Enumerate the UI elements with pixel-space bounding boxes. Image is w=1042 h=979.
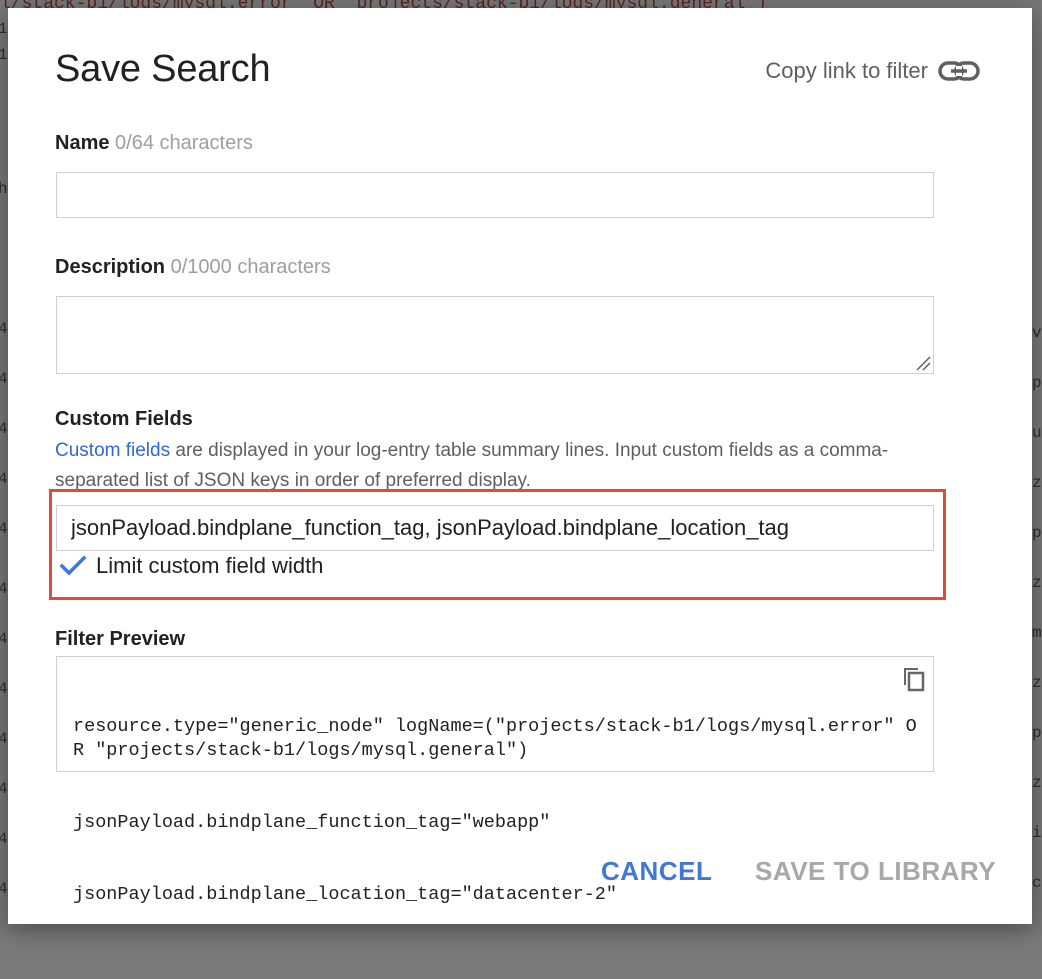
filter-preview-label: Filter Preview	[55, 628, 186, 650]
copy-link-label: Copy link to filter	[765, 58, 928, 83]
save-search-dialog: Save Search Copy link to filter Name 0/6…	[8, 8, 1032, 924]
description-textarea[interactable]	[56, 296, 934, 374]
description-label-text: Description	[55, 256, 166, 278]
filter-preview-line: resource.type="generic_node" logName=("p…	[73, 716, 917, 761]
background-gutter: 11h 444 444 444 444	[0, 20, 8, 898]
dialog-title: Save Search	[55, 48, 271, 90]
limit-width-checkbox[interactable]: Limit custom field width	[60, 553, 323, 579]
custom-fields-input[interactable]	[56, 505, 934, 551]
cancel-button[interactable]: CANCEL	[601, 856, 712, 887]
resize-grip-icon[interactable]	[915, 355, 931, 371]
custom-fields-description: Custom fields are displayed in your log-…	[55, 436, 955, 496]
custom-fields-help-link[interactable]: Custom fields	[55, 440, 170, 461]
name-char-count: 0/64 characters	[115, 132, 253, 154]
name-input[interactable]	[56, 172, 934, 218]
save-to-library-button[interactable]: SAVE TO LIBRARY	[755, 856, 996, 887]
background-right-column: vpu zpz mzp zic	[1032, 324, 1042, 892]
copy-icon[interactable]	[901, 663, 927, 693]
filter-preview-line: jsonPayload.bindplane_function_tag="weba…	[73, 812, 551, 833]
name-label-text: Name	[55, 132, 110, 154]
copy-link-button[interactable]: Copy link to filter	[765, 58, 980, 84]
description-char-count: 0/1000 characters	[170, 256, 331, 278]
checkmark-icon[interactable]	[60, 555, 86, 577]
limit-width-label: Limit custom field width	[96, 553, 324, 578]
filter-preview-box: resource.type="generic_node" logName=("p…	[56, 656, 934, 905]
link-icon	[938, 61, 980, 81]
name-label: Name 0/64 characters	[55, 132, 253, 155]
custom-fields-description-text: are displayed in your log-entry table su…	[55, 440, 889, 491]
custom-fields-label: Custom Fields	[55, 408, 193, 430]
description-label: Description 0/1000 characters	[55, 256, 331, 279]
